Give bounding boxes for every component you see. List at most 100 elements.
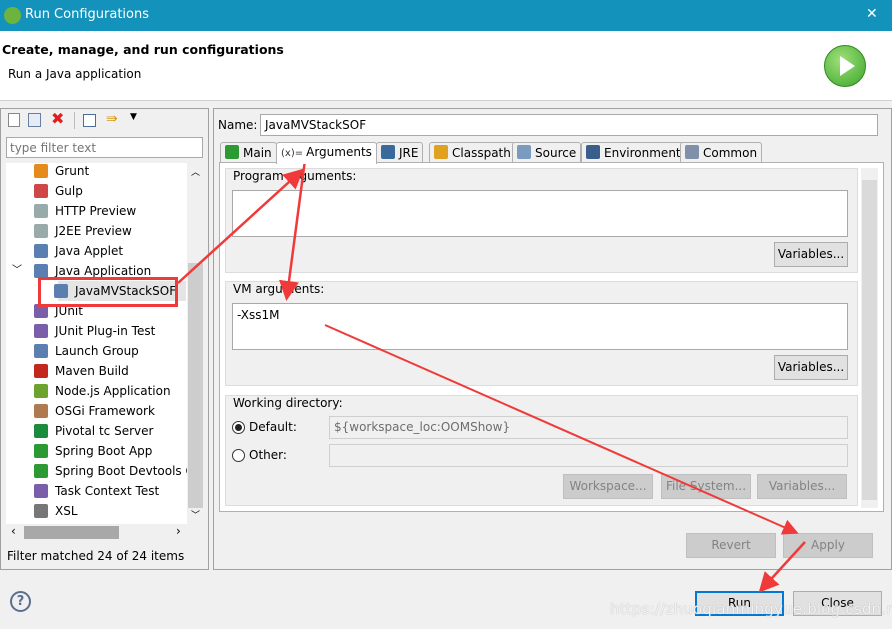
tab-label: Classpath — [452, 146, 511, 160]
tab-label: Main — [243, 146, 272, 160]
tree-item-label: Node.js Application — [55, 384, 171, 398]
file-system-button[interactable]: File System... — [661, 474, 751, 499]
scroll-right-icon[interactable]: › — [176, 524, 181, 538]
tree-item-label: Gulp — [55, 184, 83, 198]
tab-environment[interactable]: Environment — [581, 142, 686, 163]
launch-group-icon — [34, 344, 48, 358]
h-scroll-thumb[interactable] — [24, 526, 119, 539]
other-radio[interactable] — [232, 449, 245, 462]
play-icon — [824, 45, 866, 87]
scroll-up-icon[interactable]: ︿ — [191, 165, 200, 178]
server-icon — [34, 204, 48, 218]
dialog-header: Create, manage, and run configurations R… — [0, 31, 892, 101]
vm-arguments-input[interactable]: -Xss1M — [232, 303, 848, 350]
program-variables-button[interactable]: Variables... — [774, 242, 848, 267]
name-label: Name: — [218, 118, 258, 132]
tree-item-label: Task Context Test — [55, 484, 160, 498]
tree-item-label: Spring Boot Devtools C — [55, 464, 194, 478]
revert-button[interactable]: Revert — [686, 533, 776, 558]
tab-label: Common — [703, 146, 758, 160]
program-arguments-label: Program arguments: — [233, 169, 357, 183]
filter-input[interactable] — [6, 137, 203, 158]
gulp-icon — [34, 184, 48, 198]
workspace-button[interactable]: Workspace... — [563, 474, 653, 499]
xsl-icon — [34, 504, 48, 518]
expand-chevron-icon[interactable]: ﹀ — [12, 261, 22, 281]
other-label: Other: — [249, 448, 287, 462]
tab-classpath[interactable]: Classpath — [429, 142, 516, 163]
tree-item-label: Maven Build — [55, 364, 129, 378]
configuration-list-panel: ✖ ⇛ ▼ Grunt Gulp HTTP Preview J2EE Preview J… — [0, 108, 209, 570]
window-title: Run Configurations — [25, 7, 149, 22]
delete-icon[interactable]: ✖ — [51, 109, 64, 128]
tab-main[interactable]: Main — [220, 142, 277, 163]
junit-icon — [34, 484, 48, 498]
osgi-icon — [34, 404, 48, 418]
filter-icon[interactable]: ⇛ — [106, 111, 118, 127]
vm-variables-button[interactable]: Variables... — [774, 355, 848, 380]
tree-item-label: Grunt — [55, 164, 90, 178]
scroll-left-icon[interactable]: ‹ — [11, 524, 16, 538]
tree-item-label: Pivotal tc Server — [55, 424, 154, 438]
duplicate-icon[interactable] — [28, 113, 41, 127]
default-label: Default: — [249, 420, 297, 434]
tree-item-label: Java Applet — [55, 244, 124, 258]
arguments-icon: (x)= — [281, 148, 304, 159]
program-arguments-input[interactable] — [232, 190, 848, 237]
menu-dropdown-icon[interactable]: ▼ — [130, 112, 137, 122]
pivotal-icon — [34, 424, 48, 438]
tab-label: JRE — [399, 146, 419, 160]
tab-common[interactable]: Common — [680, 142, 763, 163]
tab-source[interactable]: Source — [512, 142, 582, 163]
toolbar-divider — [74, 112, 75, 129]
content-scroll-thumb[interactable] — [862, 180, 877, 500]
classpath-icon — [434, 145, 448, 159]
content-scrollbar[interactable] — [861, 168, 878, 508]
tree-vertical-scrollbar[interactable]: ︿ ﹀ — [187, 163, 204, 524]
tab-label: Arguments — [306, 145, 372, 159]
jre-icon — [381, 145, 395, 159]
tree-item-label: OSGi Framework — [55, 404, 155, 418]
close-window-button[interactable]: ✕ — [866, 6, 878, 22]
name-input[interactable]: JavaMVStackSOF — [260, 114, 878, 136]
vm-arguments-label: VM arguments: — [233, 282, 325, 296]
tree-item-label: XSL — [55, 504, 78, 518]
spring-icon — [4, 7, 21, 24]
default-radio[interactable] — [232, 421, 245, 434]
header-subtitle: Run a Java application — [8, 67, 142, 81]
filter-status: Filter matched 24 of 24 items — [7, 549, 185, 563]
scroll-thumb[interactable] — [188, 263, 203, 508]
tree-item-label: Spring Boot App — [55, 444, 153, 458]
tab-arguments[interactable]: (x)= Arguments — [276, 142, 377, 164]
applet-icon — [34, 244, 48, 258]
default-directory-field: ${workspace_loc:OOMShow} — [329, 416, 848, 439]
header-title: Create, manage, and run configurations — [2, 42, 284, 57]
spring-devtools-icon — [34, 464, 48, 478]
tab-jre[interactable]: JRE — [376, 142, 424, 163]
scroll-down-icon[interactable]: ﹀ — [191, 508, 200, 521]
source-icon — [517, 145, 531, 159]
server-icon — [34, 224, 48, 238]
title-bar: Run Configurations ✕ — [0, 0, 892, 31]
tree-horizontal-scrollbar[interactable]: ‹ › — [6, 524, 204, 541]
collapse-all-icon[interactable] — [83, 114, 96, 127]
grunt-icon — [34, 164, 48, 178]
tree-item-label: JUnit Plug-in Test — [55, 324, 156, 338]
spring-boot-icon — [34, 444, 48, 458]
tab-label: Environment — [604, 146, 681, 160]
main-icon — [225, 145, 239, 159]
java-app-icon — [34, 264, 48, 278]
tab-label: Source — [535, 146, 577, 160]
maven-icon — [34, 364, 48, 378]
tree-item-label: Launch Group — [55, 344, 139, 358]
apply-button[interactable]: Apply — [783, 533, 873, 558]
selection-highlight-box — [38, 277, 178, 307]
help-icon[interactable]: ? — [10, 591, 31, 612]
new-config-icon[interactable] — [8, 113, 20, 127]
directory-variables-button[interactable]: Variables... — [757, 474, 847, 499]
other-directory-field — [329, 444, 848, 467]
toolbar: ✖ ⇛ ▼ — [6, 109, 146, 131]
tree-item-label: HTTP Preview — [55, 204, 137, 218]
junit-icon — [34, 324, 48, 338]
common-icon — [685, 145, 699, 159]
